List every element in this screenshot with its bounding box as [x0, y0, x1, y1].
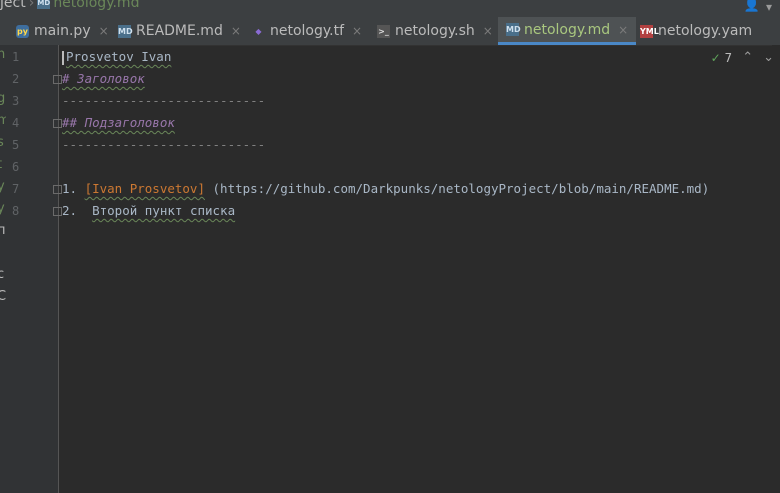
- tab-main-py[interactable]: py main.py ×: [16, 17, 109, 45]
- editor-line-4[interactable]: ## Подзаголовок: [62, 115, 175, 135]
- tab-netology-md[interactable]: MD netology.md ×: [498, 17, 637, 45]
- terraform-file-icon: ◆: [255, 26, 262, 36]
- breadcrumb-separator-icon: ›: [28, 0, 35, 11]
- tab-readme-md[interactable]: MD README.md ×: [118, 17, 241, 45]
- chevron-down-icon[interactable]: ▾: [766, 0, 772, 14]
- close-icon[interactable]: ×: [352, 24, 362, 38]
- markdown-file-icon: MD: [37, 0, 51, 9]
- tab-label: netology.md: [524, 21, 611, 38]
- line-number: 7: [12, 182, 20, 196]
- link-url[interactable]: (https://github.com/Darkpunks/netologyPr…: [205, 181, 710, 196]
- editor-line-7[interactable]: 1. [Ivan Prosvetov] (https://github.com/…: [62, 181, 709, 201]
- close-icon[interactable]: ×: [231, 24, 241, 38]
- tree-fragment: t: [0, 157, 2, 172]
- editor-tab-bar: py main.py × MD README.md × ◆ netology.t…: [0, 17, 780, 46]
- close-icon[interactable]: ×: [618, 23, 628, 37]
- rule-text: ---------------------------: [62, 137, 266, 152]
- tab-label: main.py: [34, 23, 91, 39]
- vertical-scrollbar[interactable]: [772, 45, 780, 493]
- markdown-file-icon: MD: [118, 24, 133, 38]
- tab-label: README.md: [136, 23, 223, 39]
- tree-fragment: s: [0, 135, 4, 150]
- editor-line-2[interactable]: # Заголовок: [62, 71, 145, 91]
- line-number: 4: [12, 116, 20, 130]
- link-text[interactable]: [Ivan Prosvetov]: [85, 181, 205, 196]
- checkmark-icon: ✓: [710, 50, 721, 65]
- tab-label: netology.yam: [658, 23, 753, 39]
- tab-label: netology.sh: [395, 23, 475, 39]
- tree-fragment: y: [0, 201, 5, 216]
- list-number: 2.: [62, 203, 93, 218]
- python-file-icon: py: [16, 24, 29, 38]
- subheading-text: ## Подзаголовок: [62, 115, 175, 130]
- yaml-file-icon: YML: [640, 24, 659, 38]
- line-number: 6: [12, 160, 20, 174]
- markdown-file-icon: MD: [506, 23, 521, 36]
- tab-label: netology.tf: [270, 23, 345, 39]
- tree-fragment: h: [0, 47, 6, 62]
- breadcrumb: ject › MD netology.md: [0, 0, 139, 11]
- breadcrumb-file[interactable]: netology.md: [53, 0, 139, 11]
- tab-netology-tf[interactable]: ◆ netology.tf ×: [252, 17, 362, 45]
- line-number: 3: [12, 94, 20, 108]
- tree-fragment: п: [0, 223, 6, 238]
- navigation-bar: ject › MD netology.md 👤 ▾: [0, 0, 780, 17]
- shell-file-icon: >_: [377, 24, 390, 38]
- line-number: 2: [12, 72, 20, 86]
- text-caret: [62, 50, 64, 65]
- line-number-gutter: 1 2 3 4 5 6 7 8: [6, 45, 62, 493]
- tree-fragment: g: [0, 91, 6, 106]
- line-text: Prosvetov Ivan: [66, 49, 172, 64]
- rule-text: ---------------------------: [62, 93, 266, 108]
- breadcrumb-project[interactable]: ject: [0, 0, 26, 11]
- inspection-widget[interactable]: ✓ 7 ⌃ ⌄: [711, 50, 774, 65]
- line-number: 5: [12, 138, 20, 152]
- code-editor[interactable]: Prosvetov Ivan # Заголовок -------------…: [59, 45, 780, 493]
- warning-count[interactable]: ✓ 7: [711, 51, 733, 65]
- tab-netology-yaml[interactable]: YML netology.yam: [640, 17, 752, 45]
- close-icon[interactable]: ×: [99, 24, 109, 38]
- tree-fragment: j: [0, 69, 1, 84]
- heading-text: # Заголовок: [62, 71, 145, 86]
- close-icon[interactable]: ×: [483, 24, 493, 38]
- editor-line-1[interactable]: Prosvetov Ivan: [62, 49, 171, 69]
- list-item-text: Второй пункт списка: [92, 203, 236, 218]
- tree-fragment: c: [0, 267, 5, 282]
- list-number: 1.: [62, 181, 85, 196]
- tree-fragment: y: [0, 179, 5, 194]
- user-account-icon[interactable]: 👤: [744, 0, 760, 13]
- line-number: 1: [12, 50, 20, 64]
- inspection-count: 7: [724, 50, 733, 65]
- editor-line-5[interactable]: ---------------------------: [62, 137, 265, 157]
- tab-netology-sh[interactable]: >_ netology.sh ×: [377, 17, 493, 45]
- editor-line-8[interactable]: 2. Второй пункт списка: [62, 203, 235, 223]
- chevron-up-icon[interactable]: ⌃: [742, 50, 753, 65]
- line-number: 8: [12, 204, 20, 218]
- editor-line-3[interactable]: ---------------------------: [62, 93, 265, 113]
